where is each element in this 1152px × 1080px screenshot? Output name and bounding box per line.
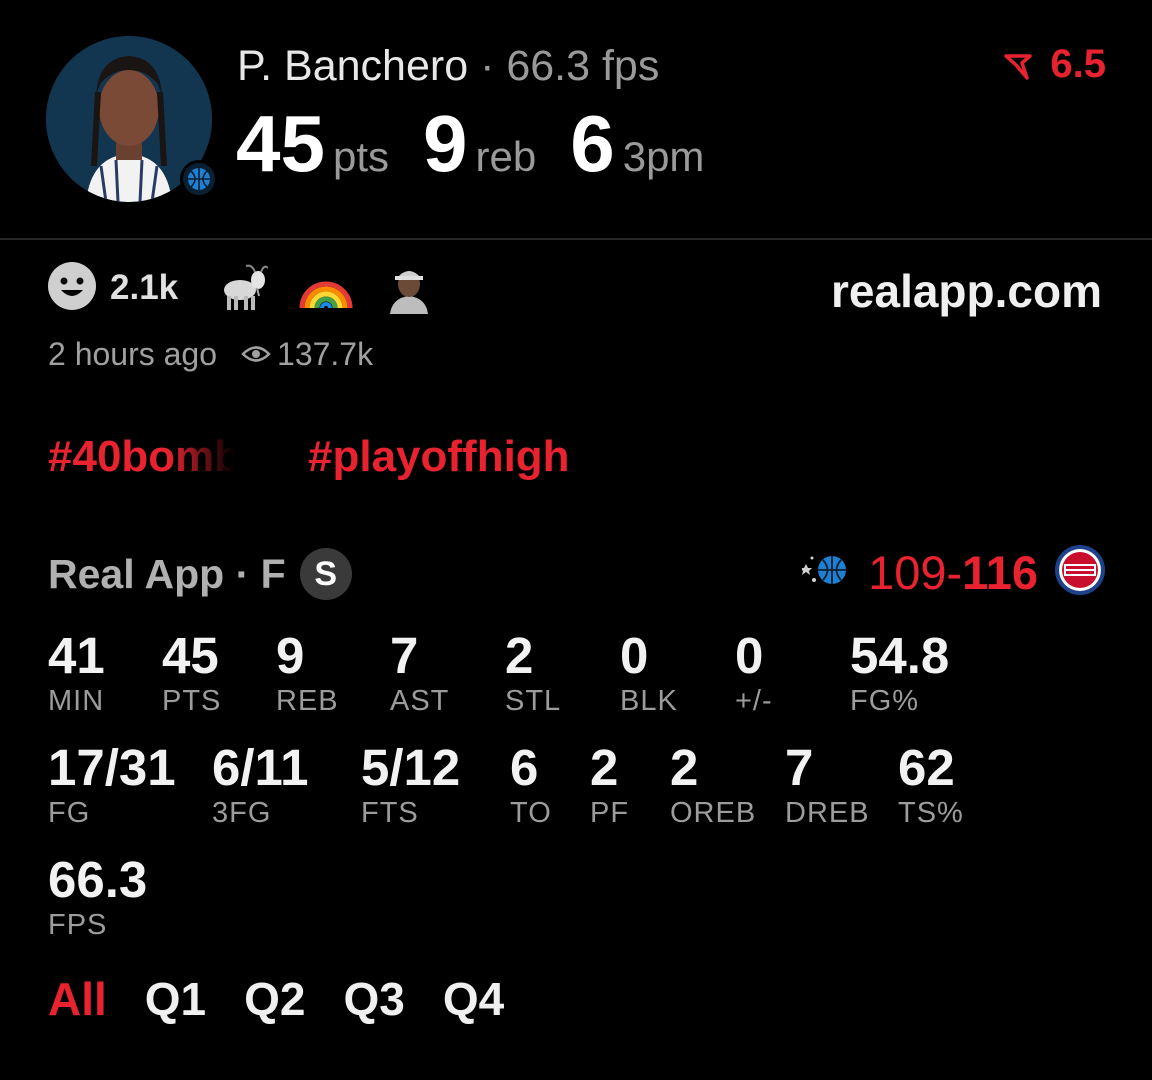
trend-down-icon — [1003, 42, 1050, 86]
player-title: P. Banchero · 66.3 fps — [237, 42, 659, 91]
stat-value: 9 — [276, 627, 305, 684]
stat-label: REB — [276, 685, 339, 717]
headline-points-unit: pts — [332, 133, 390, 180]
headline-stats: 45 pts 9 reb 6 3pm — [236, 98, 738, 190]
hashtags: #40bomb #playoffhigh — [48, 432, 570, 482]
stat-label: AST — [390, 685, 450, 717]
player-name[interactable]: P. Banchero — [237, 42, 468, 90]
stat-dreb: 7 DREB — [785, 740, 870, 830]
stat-3fg: 6/11 3FG — [212, 740, 308, 830]
player-fps: 66.3 fps — [506, 42, 660, 90]
tab-q4[interactable]: Q4 — [443, 972, 504, 1026]
stat-blk: 0 BLK — [620, 628, 678, 718]
stat-label: MIN — [48, 685, 105, 717]
trend-indicator[interactable]: 6.5 — [1003, 42, 1106, 87]
quarter-tabs: All Q1 Q2 Q3 Q4 — [48, 972, 542, 1026]
stat-label: FG% — [850, 685, 920, 717]
stat-label: FTS — [361, 797, 419, 829]
stat-ast: 7 AST — [390, 628, 449, 718]
stat-label: BLK — [620, 685, 678, 717]
game-source: Real App · F S — [48, 548, 352, 600]
stat-value: 0 — [620, 627, 649, 684]
tab-q2[interactable]: Q2 — [244, 972, 305, 1026]
status-badge: S — [299, 548, 352, 600]
stat-label: DREB — [785, 797, 870, 829]
stat-min: 41 MIN — [48, 628, 105, 718]
magic-logo-icon — [800, 550, 850, 595]
views-count: 137.7k — [277, 336, 374, 372]
stat-fts: 5/12 FTS — [361, 740, 460, 830]
stat-value: 66.3 — [48, 851, 148, 908]
eye-icon — [241, 336, 277, 373]
stat-value: 45 — [162, 627, 219, 684]
stat-label: FPS — [48, 909, 108, 941]
stat-label: +/- — [735, 685, 773, 717]
reaction-count[interactable]: 2.1k — [110, 268, 178, 308]
score-orlando: 109 — [868, 546, 947, 599]
rainbow-emoji[interactable] — [298, 262, 354, 314]
stat-pf: 2 PF — [590, 740, 629, 830]
game-score[interactable]: 109-116 — [800, 544, 1106, 601]
headline-rebounds: 9 — [423, 99, 468, 188]
post-time: 2 hours ago — [48, 336, 218, 372]
stat-value: 6/11 — [212, 739, 309, 796]
stat-value: 17/31 — [48, 739, 176, 796]
post-views: 137.7k — [241, 336, 373, 373]
stat-value: 7 — [390, 627, 419, 684]
post-meta: 2 hours ago 137.7k — [48, 336, 373, 373]
hashtag-playoffhigh[interactable]: #playoffhigh — [308, 432, 570, 481]
stat-label: 3FG — [212, 797, 272, 829]
title-separator: · — [480, 42, 495, 90]
score-detroit: 116 — [962, 546, 1038, 599]
user-avatar-emoji[interactable] — [384, 262, 434, 314]
stat-stl: 2 STL — [505, 628, 561, 718]
headline-threes-unit: 3pm — [622, 133, 705, 180]
stat-value: 2 — [505, 627, 534, 684]
stat-label: PTS — [162, 685, 222, 717]
stat-label: PF — [590, 797, 630, 829]
pistons-logo-icon — [1054, 544, 1106, 601]
header-divider — [0, 238, 1152, 240]
stat-fg: 17/31 FG — [48, 740, 176, 830]
headline-points: 45 — [236, 99, 325, 188]
reactions-bar: 2.1k — [46, 260, 464, 317]
stat-value: 7 — [785, 739, 814, 796]
tab-q3[interactable]: Q3 — [344, 972, 405, 1026]
stat-label: FG — [48, 797, 91, 829]
site-link[interactable]: realapp.com — [831, 264, 1102, 318]
stat-value: 2 — [590, 739, 619, 796]
tab-q1[interactable]: Q1 — [145, 972, 206, 1026]
stat-value: 54.8 — [850, 627, 950, 684]
stat-value: 2 — [670, 739, 699, 796]
stat-label: TS% — [898, 797, 964, 829]
stat-value: 5/12 — [361, 739, 461, 796]
stat-label: TO — [510, 797, 552, 829]
source-label[interactable]: Real App · F — [48, 551, 286, 598]
stat-oreb: 2 OREB — [670, 740, 756, 830]
goat-emoji[interactable] — [212, 262, 269, 314]
stat-fg-pct: 54.8 FG% — [850, 628, 949, 718]
stat-pts: 45 PTS — [162, 628, 221, 718]
stat-label: STL — [505, 685, 562, 717]
stat-ts-pct: 62 TS% — [898, 740, 964, 830]
score-separator: - — [946, 546, 963, 599]
stat-reb: 9 REB — [276, 628, 339, 718]
stat-plus-minus: 0 +/- — [735, 628, 773, 718]
smiley-icon[interactable] — [46, 260, 98, 317]
stat-value: 62 — [898, 739, 955, 796]
stat-value: 6 — [510, 739, 539, 796]
tab-all[interactable]: All — [48, 972, 107, 1026]
stat-fps: 66.3 FPS — [48, 852, 147, 942]
hashtag-40bomb[interactable]: #40bomb — [48, 432, 268, 482]
stat-to: 6 TO — [510, 740, 552, 830]
stat-value: 41 — [48, 627, 105, 684]
stat-label: OREB — [670, 797, 757, 829]
stat-value: 0 — [735, 627, 764, 684]
trend-value: 6.5 — [1050, 42, 1106, 86]
team-logo-icon — [180, 160, 218, 198]
headline-threes: 6 — [570, 99, 615, 188]
headline-rebounds-unit: reb — [475, 133, 537, 180]
